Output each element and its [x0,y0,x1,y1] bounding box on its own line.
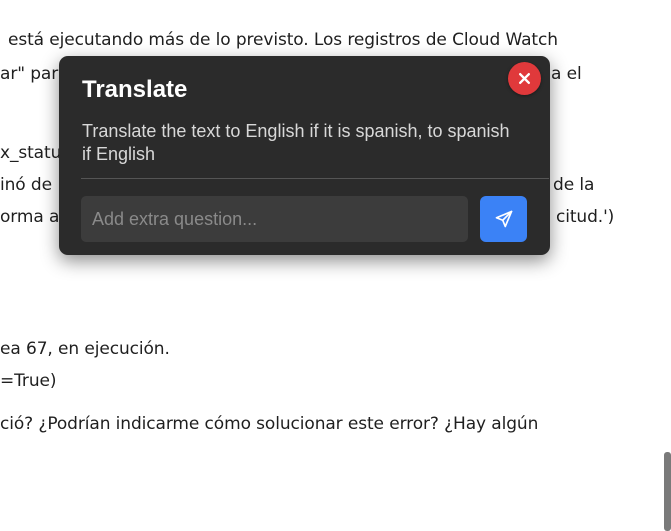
close-button[interactable] [508,62,541,95]
extra-question-input[interactable] [81,196,468,242]
document-text-line: ea 67, en ejecución. [0,339,170,359]
document-text-line: ar" par [0,64,59,84]
document-text-line: orma a [0,207,60,227]
document-text-line: x_statu [0,143,62,163]
send-icon [495,210,512,228]
translate-popup: Translate Translate the text to English … [59,56,550,255]
document-text-line: citud.') [556,207,615,227]
document-text-line: ció? ¿Podrían indicarme cómo solucionar … [0,414,539,434]
page: está ejecutando más de lo previsto. Los … [0,0,671,531]
popup-title: Translate [82,76,188,103]
document-text-line: de la [553,175,595,195]
popup-description: Translate the text to English if it is s… [82,121,510,164]
close-icon [518,72,531,85]
document-text-line: =True) [0,371,57,391]
document-text-line: inó de [0,175,52,195]
page-scrollbar[interactable] [664,452,671,531]
popup-divider [81,178,549,179]
document-text-line: a el [551,64,582,84]
document-text-line: está ejecutando más de lo previsto. Los … [8,30,558,50]
send-button[interactable] [480,196,527,242]
